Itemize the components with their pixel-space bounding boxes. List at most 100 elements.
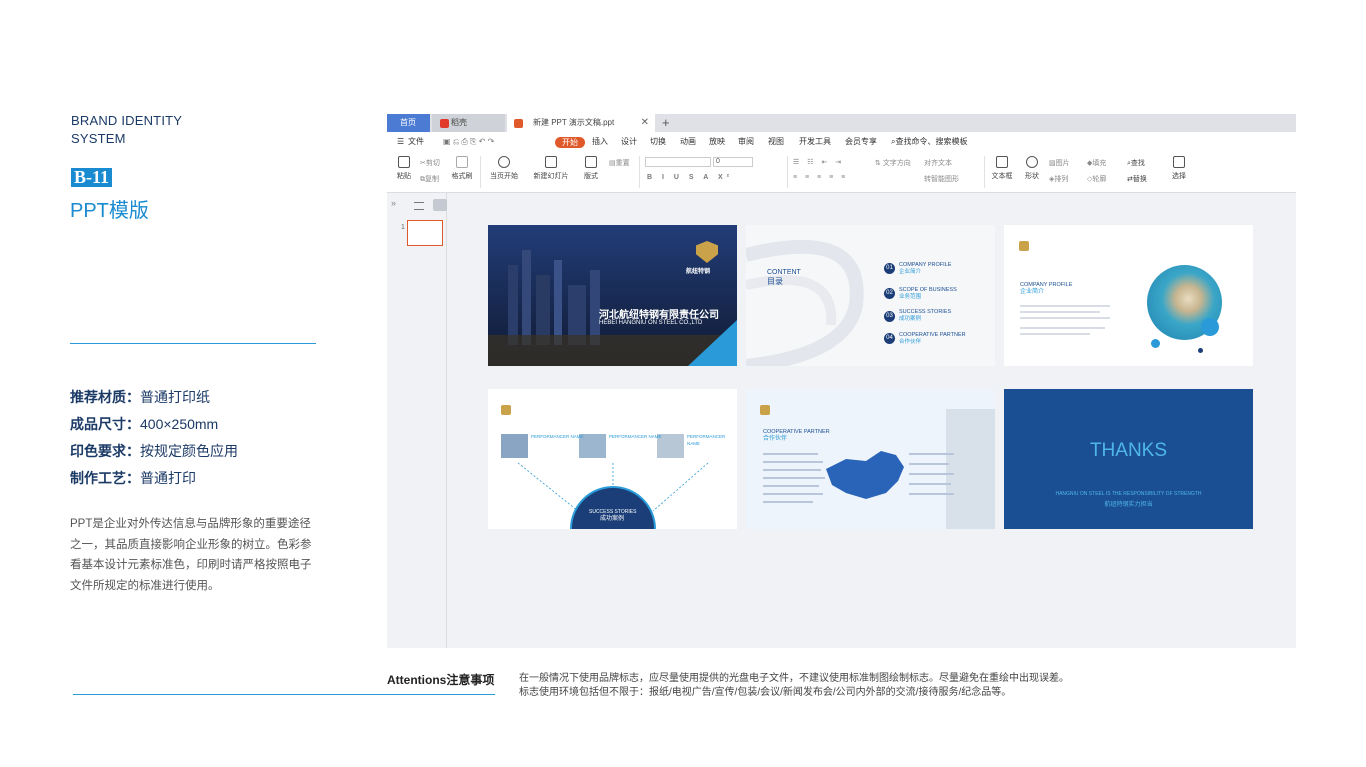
textbox-icon [996, 156, 1008, 168]
replace-button[interactable]: ⇄替换 [1127, 174, 1147, 184]
tab-docer[interactable]: 稻壳 [432, 114, 505, 132]
align-text-button[interactable]: 对齐文本 [924, 158, 952, 168]
slide-contents[interactable]: CONTENT 目录 01 COMPANY PROFILE 企业简介 02 SC… [746, 225, 995, 366]
tab-bar: 首页 稻壳 新建 PPT 演示文稿.ppt ✕ + [387, 114, 1296, 132]
slide2-content-cn: 目录 [767, 277, 783, 286]
menu-transition[interactable]: 切换 [650, 132, 666, 152]
font-size-select[interactable]: 0 [713, 157, 753, 167]
arrange-button[interactable]: ◈排列 [1049, 174, 1068, 184]
brush-icon [456, 156, 468, 168]
ribbon-toolbar: 粘贴 ✂剪切 ⧉复制 格式刷 当页开始 新建幻灯片 版式 ▤重置 0 B I U… [387, 152, 1296, 193]
list-buttons[interactable]: ☰ ☷ ⇤ ⇥ [793, 158, 844, 166]
footer-divider [73, 694, 495, 695]
slide-company-profile[interactable]: COMPANY PROFILE 企业简介 [1004, 225, 1253, 366]
layout-button[interactable]: 版式 [579, 152, 603, 181]
picture-button[interactable]: ▨图片 [1049, 158, 1070, 168]
find-button[interactable]: ⌕查找 [1127, 158, 1145, 168]
menu-review[interactable]: 审阅 [738, 132, 754, 152]
text-placeholder [909, 463, 949, 465]
new-slide-button[interactable]: 新建幻灯片 [530, 152, 572, 181]
outline-button[interactable]: ◇轮廓 [1087, 174, 1106, 184]
play-from-current-button[interactable]: 当页开始 [487, 152, 521, 181]
align-buttons[interactable]: ≡ ≡ ≡ ≡ ≡ [793, 174, 848, 181]
item-en: SUCCESS STORIES [899, 309, 952, 315]
collapse-panel-icon[interactable]: » [391, 198, 396, 208]
quick-access-icons[interactable]: ▣ ⎌ ⎙ ⎘ ↶ ↷ [443, 132, 494, 152]
menu-member[interactable]: 会员专享 [845, 132, 877, 152]
section-code-badge: B-11 [71, 168, 113, 187]
slide2-content-en: CONTENT [767, 269, 801, 276]
fill-button[interactable]: ◆填充 [1087, 158, 1106, 168]
menu-slideshow[interactable]: 放映 [709, 132, 725, 152]
font-name-select[interactable] [645, 157, 711, 167]
separator [787, 156, 788, 188]
slide-thanks[interactable]: THANKS HANGNIU ON STEEL IS THE RESPONSIB… [1004, 389, 1253, 529]
close-tab-icon[interactable]: ✕ [641, 114, 649, 132]
copy-button[interactable]: ⧉复制 [420, 174, 439, 184]
item-cn: 合作伙伴 [899, 339, 922, 345]
text-placeholder [909, 493, 954, 495]
slide-cooperative-partner[interactable]: COOPERATIVE PARTNER 合作伙伴 [746, 389, 995, 529]
menu-insert[interactable]: 插入 [592, 132, 608, 152]
menu-view[interactable]: 视图 [768, 132, 784, 152]
new-slide-icon [545, 156, 557, 168]
text-placeholder [909, 453, 954, 455]
menu-icon[interactable]: ☰ [397, 132, 404, 152]
text-placeholder [1020, 317, 1110, 319]
page: BRAND IDENTITY SYSTEM B-11 PPT模版 推荐材质：普通… [0, 0, 1366, 767]
select-button[interactable]: 选择 [1167, 152, 1191, 181]
paste-button[interactable]: 粘贴 [394, 152, 414, 181]
center-title-cn: 成功案例 [600, 516, 625, 522]
thanks-subtitle-en: HANGNIU ON STEEL IS THE RESPONSIBILITY O… [1055, 491, 1202, 497]
item-cn: 成功案例 [899, 316, 922, 322]
reset-button[interactable]: ▤重置 [609, 158, 630, 168]
tab-home[interactable]: 首页 [387, 114, 430, 132]
menu-file[interactable]: 文件 [408, 132, 424, 152]
play-icon [498, 156, 510, 168]
attention-heading: Attentions注意事项 [387, 673, 495, 687]
slide1-logo-text: 航纽特钢 [686, 269, 711, 275]
decor-dot [1198, 348, 1203, 353]
slide-success-stories[interactable]: PERFORMANCER NAME PERFORMANCER NAME PERF… [488, 389, 737, 529]
cut-button[interactable]: ✂剪切 [420, 158, 440, 168]
slide-view-icon[interactable] [433, 199, 447, 211]
search-command[interactable]: ⌕查找命令、搜索模板 [891, 132, 967, 152]
shape-button[interactable]: 形状 [1021, 152, 1043, 181]
spec-list: 推荐材质：普通打印纸 成品尺寸：400×250mm 印色要求：按规定颜色应用 制… [70, 384, 238, 492]
item-number: 01 [884, 263, 895, 274]
item-en: SCOPE OF BUSINESS [899, 287, 957, 293]
brand-line-1: BRAND IDENTITY [71, 113, 183, 128]
decor-dot [1151, 339, 1160, 348]
format-painter-button[interactable]: 格式刷 [450, 152, 474, 181]
text-direction-button[interactable]: ⇅ 文字方向 [875, 158, 911, 168]
slide3-title-cn: 企业简介 [1020, 289, 1045, 295]
center-title-en: SUCCESS STORIES [589, 509, 637, 515]
slide-cover[interactable]: 航纽特钢 河北航纽特钢有限责任公司 HEBEI HANGNIU ON STEEL… [488, 225, 737, 366]
text-placeholder [1020, 305, 1110, 307]
new-tab-button[interactable]: + [662, 114, 670, 132]
slide3-title-en: COMPANY PROFILE [1020, 282, 1073, 288]
layout-icon [585, 156, 597, 168]
brand-identity-heading: BRAND IDENTITY SYSTEM [71, 112, 201, 148]
outline-view-icon[interactable] [414, 202, 424, 210]
menu-home[interactable]: 开始 [555, 137, 585, 148]
thumbnail-number: 1 [401, 224, 405, 231]
item-en: COOPERATIVE PARTNER [899, 332, 966, 338]
menu-developer[interactable]: 开发工具 [799, 132, 831, 152]
convert-smartart-button[interactable]: 转智能图形 [924, 174, 959, 184]
item-number: 03 [884, 311, 895, 322]
presentation-app-window: 首页 稻壳 新建 PPT 演示文稿.ppt ✕ + ☰ 文件 ▣ ⎌ ⎙ ⎘ ↶… [387, 114, 1296, 648]
menu-animation[interactable]: 动画 [680, 132, 696, 152]
font-style-buttons[interactable]: B I U S A X² [647, 174, 733, 181]
slide-thumbnail[interactable] [407, 220, 443, 246]
tab-document[interactable]: 新建 PPT 演示文稿.ppt ✕ [507, 114, 655, 132]
separator [480, 156, 481, 188]
text-placeholder [1020, 311, 1100, 313]
slide-thumbnail-panel [387, 193, 447, 648]
china-map-graphic [826, 409, 995, 529]
swoosh-graphic [746, 239, 864, 366]
spec-item: 推荐材质：普通打印纸 [70, 389, 210, 405]
decor-dot [1201, 318, 1219, 336]
textbox-button[interactable]: 文本框 [989, 152, 1015, 181]
menu-design[interactable]: 设计 [621, 132, 637, 152]
